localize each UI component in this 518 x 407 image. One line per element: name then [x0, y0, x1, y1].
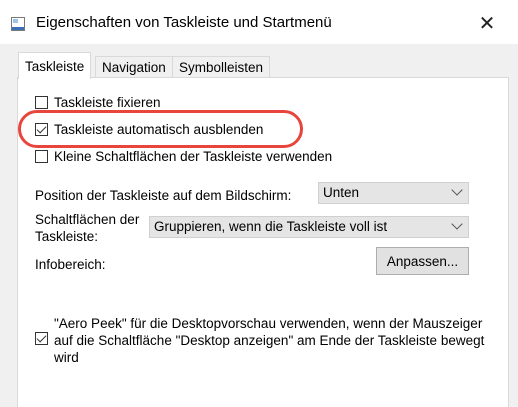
lock-taskbar-label: Taskleiste fixieren [54, 95, 161, 110]
close-icon: ✕ [478, 12, 496, 35]
customize-button-label: Anpassen... [386, 253, 459, 269]
aero-peek-label-line1: "Aero Peek" für die Desktopvorschau verw… [54, 316, 483, 331]
close-button[interactable]: ✕ [470, 8, 504, 38]
taskbar-properties-dialog: Eigenschaften von Taskleiste und Startme… [0, 0, 518, 407]
autohide-taskbar-label: Taskleiste automatisch ausblenden [54, 122, 264, 137]
lock-taskbar-option[interactable]: Taskleiste fixieren [35, 95, 161, 110]
tab-navigation[interactable]: Navigation [95, 56, 173, 78]
window-title: Eigenschaften von Taskleiste und Startme… [36, 14, 332, 31]
aero-peek-label-line2: auf die Schaltfläche "Desktop anzeigen" … [54, 333, 485, 348]
autohide-taskbar-checkbox[interactable] [35, 123, 48, 136]
tab-symbolleisten[interactable]: Symbolleisten [172, 56, 271, 78]
buttons-group-select[interactable]: Gruppieren, wenn die Taskleiste voll ist [149, 216, 469, 238]
aero-peek-checkbox[interactable] [35, 332, 48, 345]
chevron-down-icon [451, 218, 463, 230]
position-select[interactable]: Unten [318, 182, 469, 204]
autohide-taskbar-option[interactable]: Taskleiste automatisch ausblenden [35, 122, 263, 137]
tab-strip: Taskleiste Navigation Symbolleisten [0, 44, 518, 79]
buttons-group-label-line2: Taskleiste: [35, 229, 99, 244]
buttons-group-label-line1: Schaltflächen der [35, 212, 140, 227]
small-buttons-option[interactable]: Kleine Schaltflächen der Taskleiste verw… [35, 149, 332, 164]
lock-taskbar-checkbox[interactable] [35, 96, 48, 109]
notification-area-label: Infobereich: [35, 257, 106, 272]
aero-peek-checkbox-wrap[interactable] [35, 332, 54, 345]
position-select-value: Unten [323, 185, 360, 200]
small-buttons-label: Kleine Schaltflächen der Taskleiste verw… [54, 149, 333, 164]
position-label: Position der Taskleiste auf dem Bildschi… [35, 188, 292, 203]
buttons-group-select-value: Gruppieren, wenn die Taskleiste voll ist [154, 219, 388, 234]
customize-button[interactable]: Anpassen... [376, 247, 469, 275]
tab-taskleiste[interactable]: Taskleiste [18, 52, 92, 79]
small-buttons-checkbox[interactable] [35, 150, 48, 163]
chevron-down-icon [451, 184, 463, 196]
taskbar-app-icon [11, 17, 25, 31]
title-bar: Eigenschaften von Taskleiste und Startme… [0, 0, 518, 44]
aero-peek-label-line3: wird [54, 350, 79, 365]
